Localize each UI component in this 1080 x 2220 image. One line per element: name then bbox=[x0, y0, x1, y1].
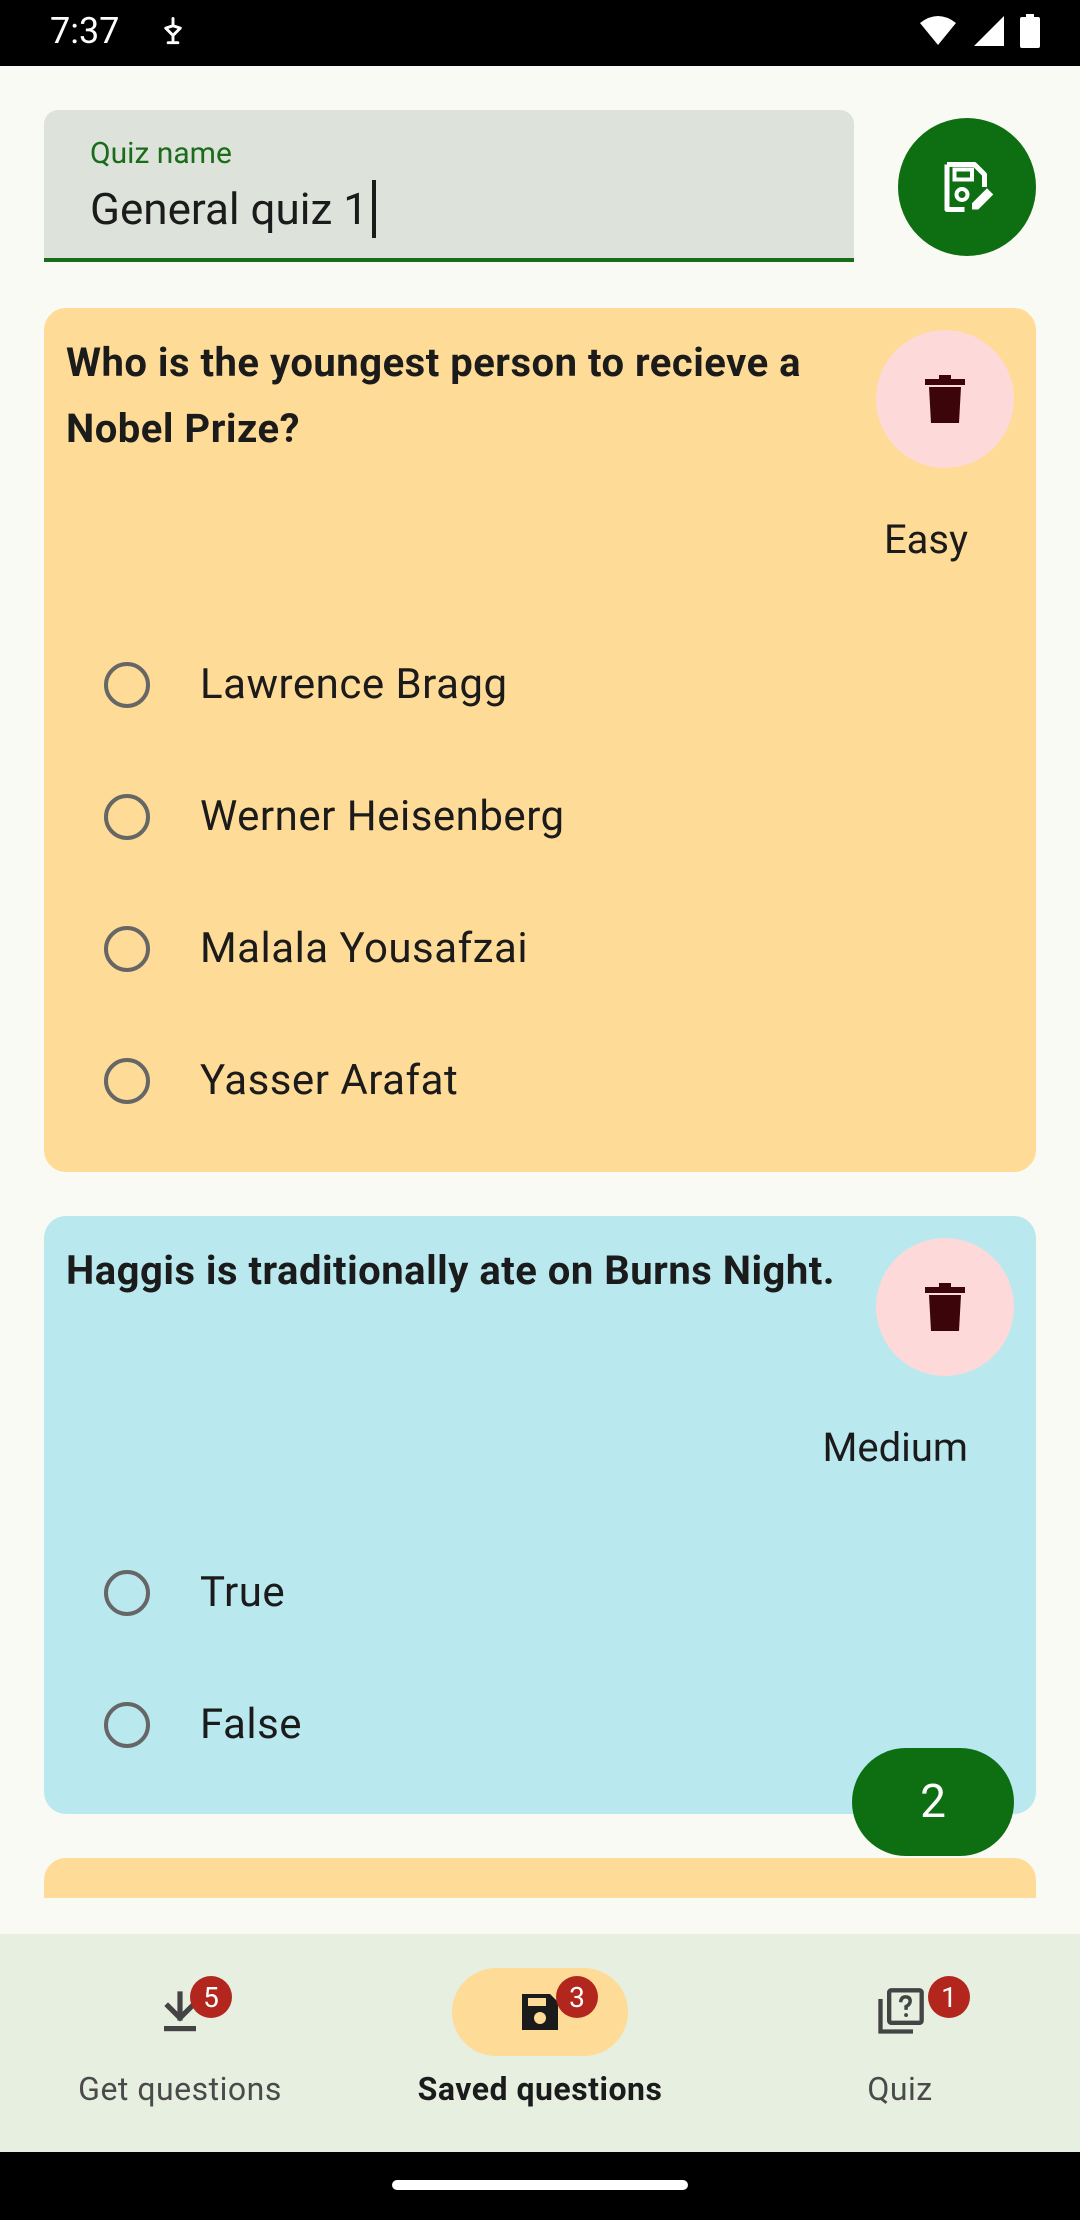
gesture-bar bbox=[0, 2152, 1080, 2220]
question-card: Who is the youngest person to recieve a … bbox=[44, 308, 1036, 1172]
difficulty-label: Easy bbox=[883, 516, 968, 563]
answer-option[interactable]: True bbox=[104, 1568, 285, 1617]
option-text: False bbox=[200, 1700, 303, 1749]
delete-question-button[interactable] bbox=[876, 330, 1014, 468]
quiz-name-field[interactable]: Quiz name General quiz 1 bbox=[44, 110, 854, 262]
nav-label: Saved questions bbox=[417, 2070, 663, 2108]
quiz-icon bbox=[878, 1988, 924, 2034]
option-text: True bbox=[200, 1568, 286, 1617]
quiz-name-label: Quiz name bbox=[90, 136, 232, 171]
status-time: 7:37 bbox=[50, 10, 120, 52]
nav-item-saved-questions[interactable]: 3 Saved questions bbox=[360, 1934, 720, 2152]
question-text: Haggis is traditionally ate on Burns Nig… bbox=[66, 1247, 835, 1294]
trash-icon bbox=[925, 375, 965, 423]
delete-question-button[interactable] bbox=[876, 1238, 1014, 1376]
text-cursor bbox=[371, 180, 376, 238]
radio-button[interactable] bbox=[104, 1701, 150, 1748]
difficulty-label: Medium bbox=[822, 1424, 968, 1471]
nav-label: Get questions bbox=[78, 2070, 282, 2108]
answer-option[interactable]: Lawrence Bragg bbox=[104, 660, 508, 709]
nav-icon-container bbox=[452, 1968, 628, 2056]
answer-option[interactable]: Werner Heisenberg bbox=[104, 792, 565, 841]
battery-icon bbox=[1020, 14, 1040, 48]
option-text: Lawrence Bragg bbox=[200, 660, 508, 709]
question-count-button[interactable]: 2 bbox=[852, 1748, 1014, 1856]
radio-button[interactable] bbox=[104, 1569, 150, 1616]
save-quiz-button[interactable] bbox=[898, 118, 1036, 256]
status-bar: 7:37 bbox=[0, 0, 1080, 66]
radio-button[interactable] bbox=[104, 661, 150, 708]
nav-item-get-questions[interactable]: 5 Get questions bbox=[0, 1934, 360, 2152]
home-handle[interactable] bbox=[392, 2180, 688, 2190]
nav-badge: 5 bbox=[190, 1976, 232, 2018]
question-text: Who is the youngest person to recieve a … bbox=[66, 339, 802, 452]
nav-label: Quiz bbox=[867, 2070, 933, 2108]
nav-item-quiz[interactable]: 1 Quiz bbox=[720, 1934, 1080, 2152]
option-text: Malala Yousafzai bbox=[200, 924, 529, 973]
nav-badge: 3 bbox=[556, 1976, 598, 2018]
answer-option[interactable]: False bbox=[104, 1700, 302, 1749]
radio-button[interactable] bbox=[104, 793, 150, 840]
save-edit-icon bbox=[944, 162, 994, 212]
nav-badge: 1 bbox=[928, 1976, 970, 2018]
option-text: Werner Heisenberg bbox=[200, 792, 565, 841]
radio-button[interactable] bbox=[104, 925, 150, 972]
question-card-partial bbox=[44, 1858, 1036, 1898]
answer-option[interactable]: Malala Yousafzai bbox=[104, 924, 528, 973]
option-text: Yasser Arafat bbox=[200, 1056, 459, 1105]
question-card: Haggis is traditionally ate on Burns Nig… bbox=[44, 1216, 1036, 1814]
nav-icon-container bbox=[92, 1968, 268, 2056]
signal-icon bbox=[974, 16, 1004, 46]
bottom-navigation: 5 Get questions 3 Saved questions 1 Quiz bbox=[0, 1934, 1080, 2152]
radio-button[interactable] bbox=[104, 1057, 150, 1104]
wifi-icon bbox=[920, 16, 956, 45]
quiz-name-input[interactable]: General quiz 1 bbox=[90, 180, 376, 238]
trash-icon bbox=[925, 1283, 965, 1331]
quiz-name-value: General quiz 1 bbox=[90, 183, 368, 235]
answer-option[interactable]: Yasser Arafat bbox=[104, 1056, 458, 1105]
do-not-disturb-icon bbox=[164, 16, 182, 45]
